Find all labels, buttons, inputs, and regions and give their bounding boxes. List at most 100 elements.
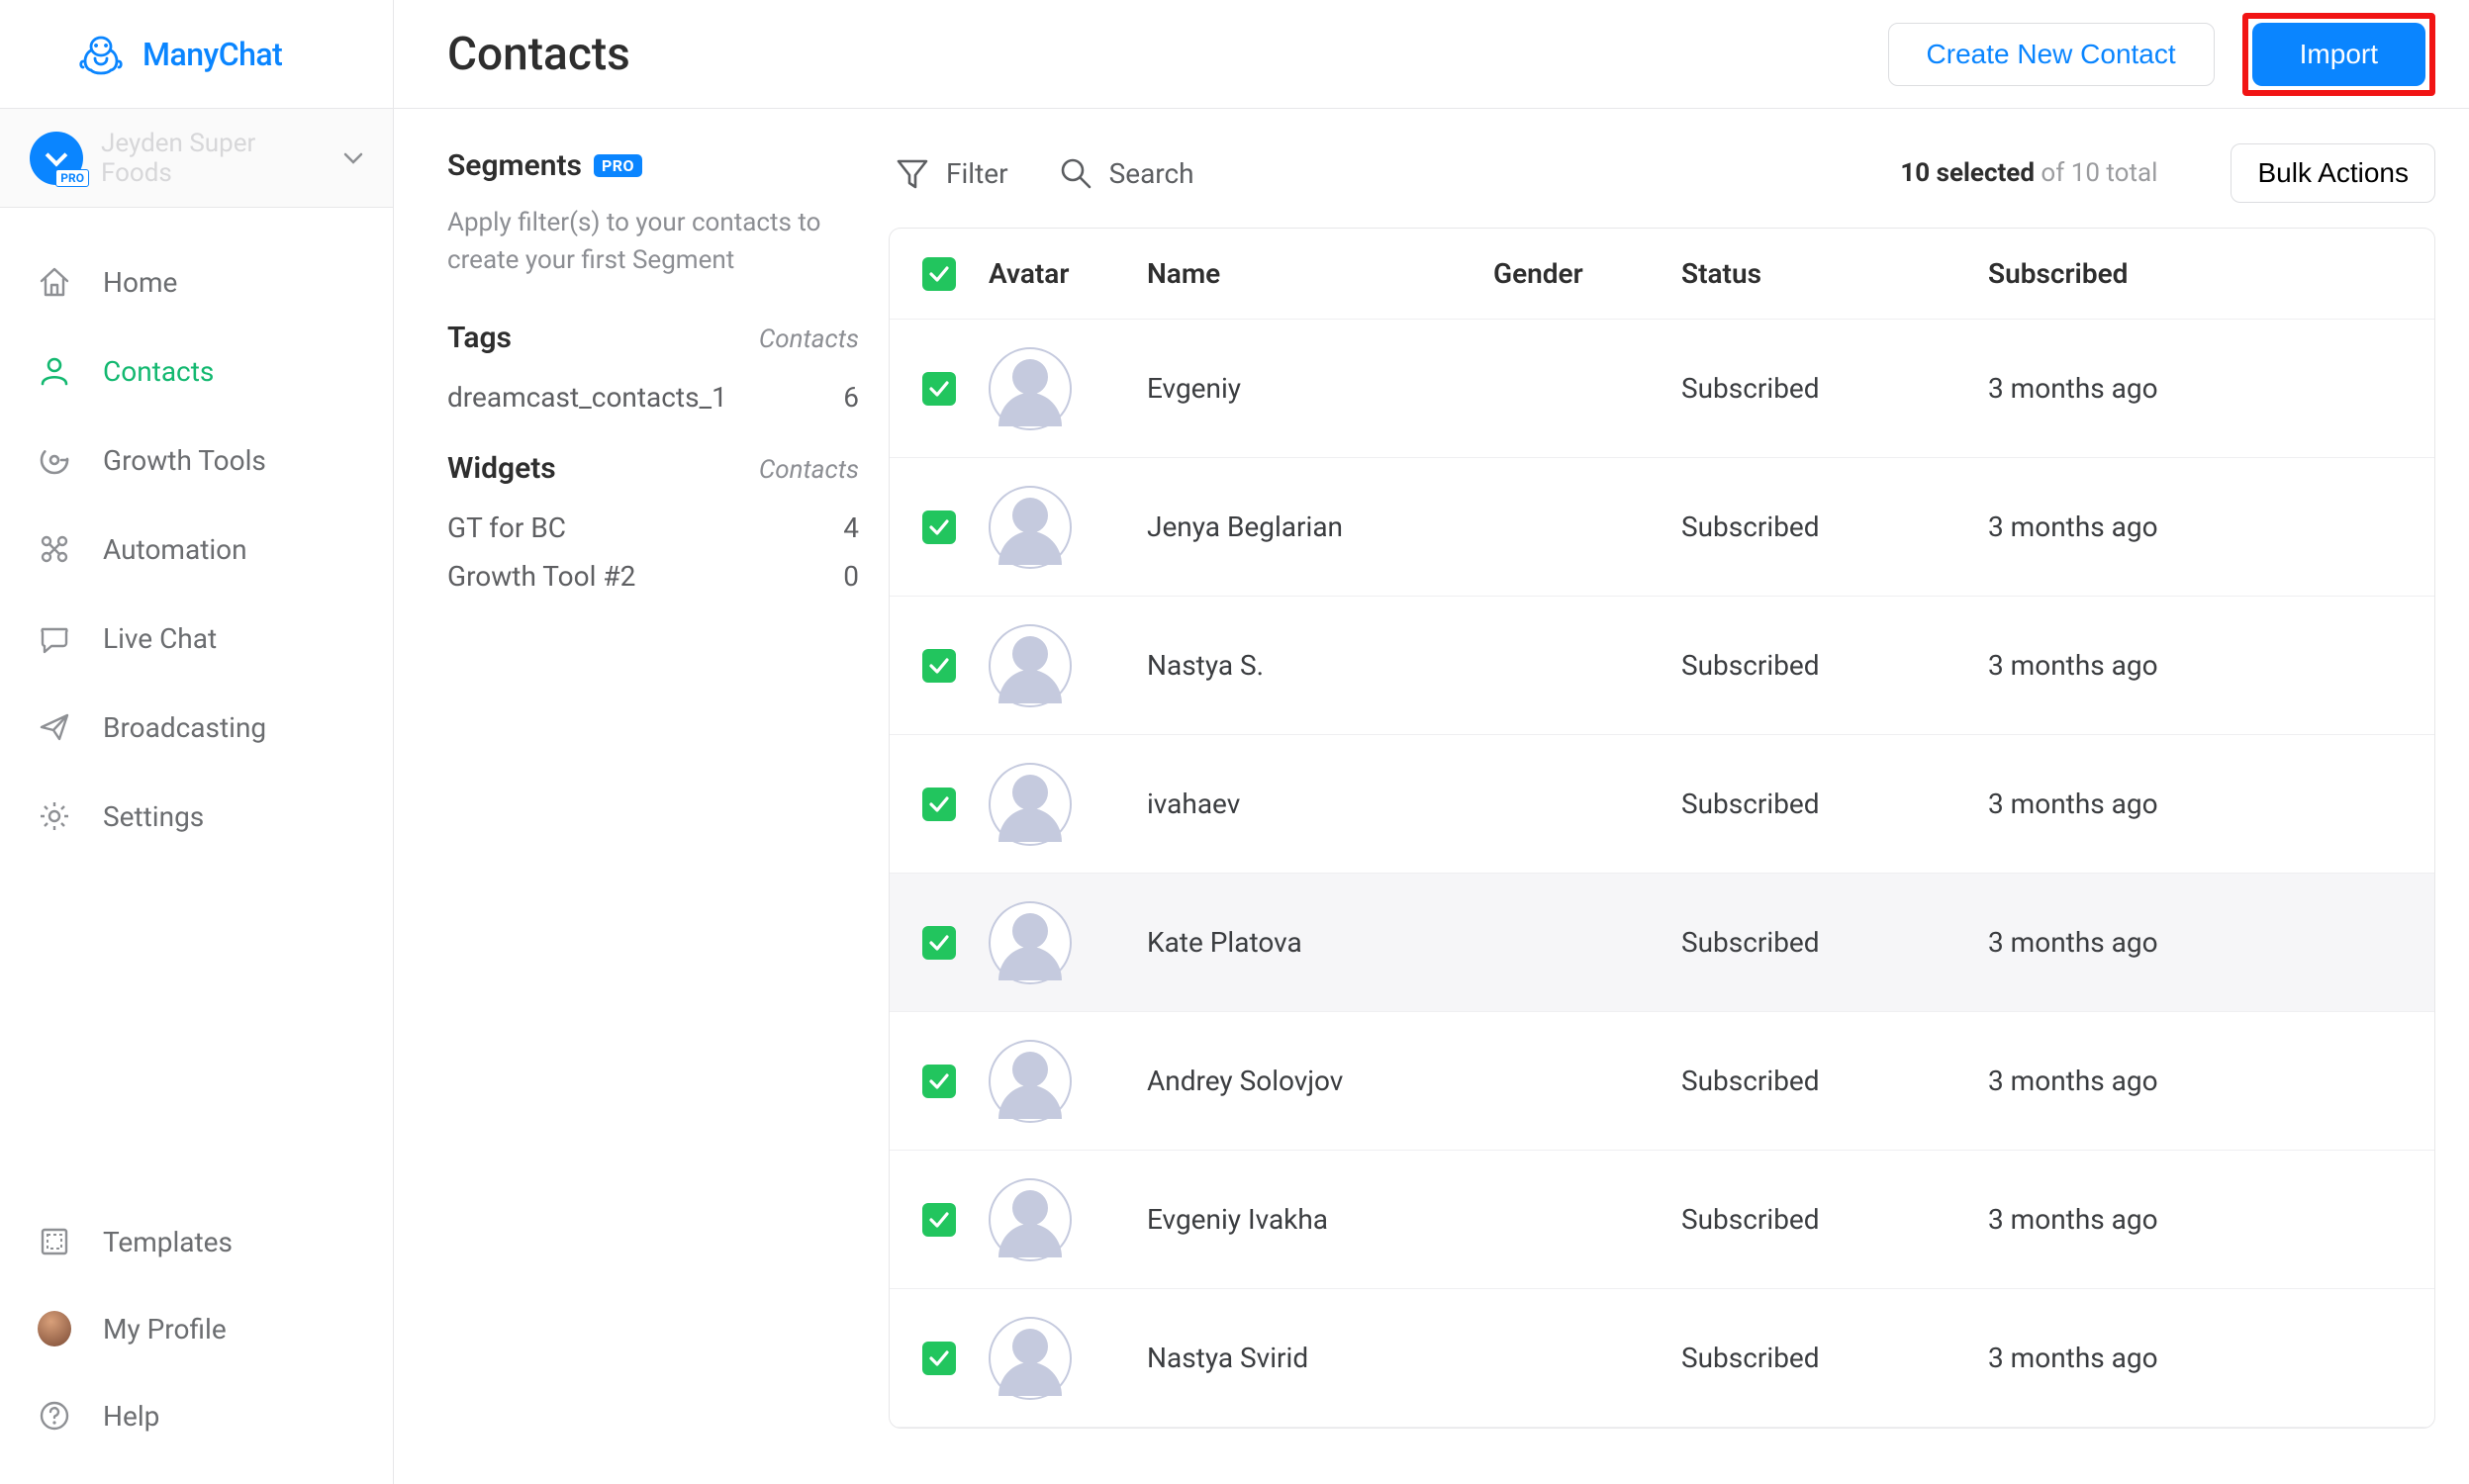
broadcast-icon bbox=[38, 710, 71, 744]
row-subscribed: 3 months ago bbox=[1988, 1203, 2434, 1236]
search-button[interactable]: Search bbox=[1058, 155, 1194, 191]
filter-label: Filter bbox=[946, 157, 1008, 190]
automation-icon bbox=[38, 532, 71, 566]
th-subscribed[interactable]: Subscribed bbox=[1988, 257, 2434, 290]
workspace-avatar: PRO bbox=[30, 132, 83, 185]
import-button[interactable]: Import bbox=[2252, 23, 2425, 86]
nav-my-profile[interactable]: My Profile bbox=[0, 1285, 393, 1372]
nav-live-chat[interactable]: Live Chat bbox=[0, 594, 393, 683]
table-row[interactable]: Jenya Beglarian Subscribed 3 months ago bbox=[890, 458, 2434, 597]
table-row[interactable]: Nastya S. Subscribed 3 months ago bbox=[890, 597, 2434, 735]
row-checkbox[interactable] bbox=[890, 788, 989, 821]
pro-badge: PRO bbox=[594, 154, 642, 177]
manychat-logo-icon bbox=[77, 31, 125, 78]
nav-bottom: Templates My Profile Help bbox=[0, 1198, 393, 1484]
create-contact-button[interactable]: Create New Contact bbox=[1888, 23, 2215, 86]
tag-row[interactable]: dreamcast_contacts_16 bbox=[447, 373, 859, 421]
row-subscribed: 3 months ago bbox=[1988, 1342, 2434, 1374]
widget-row[interactable]: GT for BC4 bbox=[447, 504, 859, 552]
widget-count: 0 bbox=[843, 560, 859, 593]
row-avatar bbox=[989, 1040, 1147, 1123]
row-checkbox[interactable] bbox=[890, 649, 989, 683]
widget-row[interactable]: Growth Tool #20 bbox=[447, 552, 859, 601]
brand[interactable]: ManyChat bbox=[0, 0, 393, 109]
table-row[interactable]: ivahaev Subscribed 3 months ago bbox=[890, 735, 2434, 874]
segments-hint: Apply filter(s) to your contacts to crea… bbox=[447, 205, 859, 279]
nav-broadcasting[interactable]: Broadcasting bbox=[0, 683, 393, 772]
row-checkbox[interactable] bbox=[890, 510, 989, 544]
row-subscribed: 3 months ago bbox=[1988, 1065, 2434, 1097]
widget-name: Growth Tool #2 bbox=[447, 560, 843, 593]
import-button-highlight: Import bbox=[2242, 13, 2435, 96]
row-name: Evgeniy Ivakha bbox=[1147, 1203, 1493, 1236]
bulk-actions-button[interactable]: Bulk Actions bbox=[2231, 143, 2435, 203]
workspace-switcher[interactable]: PRO Jeyden Super Foods bbox=[0, 109, 393, 208]
topbar: Contacts Create New Contact Import bbox=[394, 0, 2469, 109]
row-checkbox[interactable] bbox=[890, 372, 989, 406]
nav-contacts[interactable]: Contacts bbox=[0, 326, 393, 416]
nav-label: Settings bbox=[103, 800, 204, 833]
row-checkbox[interactable] bbox=[890, 1065, 989, 1098]
tag-count: 6 bbox=[843, 381, 859, 414]
table-toolbar: Filter Search 10 selected of 10 total Bu… bbox=[889, 139, 2435, 208]
profile-avatar bbox=[38, 1312, 71, 1345]
row-checkbox[interactable] bbox=[890, 1203, 989, 1237]
select-all-checkbox[interactable] bbox=[890, 257, 989, 291]
tag-name: dreamcast_contacts_1 bbox=[447, 381, 843, 414]
pro-badge: PRO bbox=[55, 169, 89, 187]
segments-panel: Segments PRO Apply filter(s) to your con… bbox=[394, 109, 889, 1484]
nav-settings[interactable]: Settings bbox=[0, 772, 393, 861]
contacts-table: Avatar Name Gender Status Subscribed Evg… bbox=[889, 228, 2435, 1429]
nav-growth-tools[interactable]: Growth Tools bbox=[0, 416, 393, 505]
nav-automation[interactable]: Automation bbox=[0, 505, 393, 594]
nav-help[interactable]: Help bbox=[0, 1372, 393, 1459]
nav-label: Templates bbox=[103, 1226, 233, 1258]
table-row[interactable]: Evgeniy Subscribed 3 months ago bbox=[890, 320, 2434, 458]
table-row[interactable]: Evgeniy Ivakha Subscribed 3 months ago bbox=[890, 1151, 2434, 1289]
search-icon bbox=[1058, 155, 1093, 191]
contacts-icon bbox=[38, 354, 71, 388]
workspace-name: Jeyden Super Foods bbox=[101, 129, 326, 188]
widgets-title: Widgets bbox=[447, 451, 759, 486]
nav-home[interactable]: Home bbox=[0, 237, 393, 326]
nav-templates[interactable]: Templates bbox=[0, 1198, 393, 1285]
row-subscribed: 3 months ago bbox=[1988, 372, 2434, 405]
table-row[interactable]: Kate Platova Subscribed 3 months ago bbox=[890, 874, 2434, 1012]
row-checkbox[interactable] bbox=[890, 1342, 989, 1375]
row-name: Evgeniy bbox=[1147, 372, 1493, 405]
page-title: Contacts bbox=[447, 28, 1888, 81]
row-checkbox[interactable] bbox=[890, 926, 989, 960]
contacts-table-area: Filter Search 10 selected of 10 total Bu… bbox=[889, 109, 2469, 1484]
th-gender[interactable]: Gender bbox=[1493, 257, 1681, 290]
row-subscribed: 3 months ago bbox=[1988, 926, 2434, 959]
row-name: Nastya Svirid bbox=[1147, 1342, 1493, 1374]
th-status[interactable]: Status bbox=[1681, 257, 1988, 290]
row-subscribed: 3 months ago bbox=[1988, 788, 2434, 820]
nav-label: Home bbox=[103, 266, 177, 299]
row-subscribed: 3 months ago bbox=[1988, 649, 2434, 682]
nav-label: Growth Tools bbox=[103, 444, 266, 477]
selected-count: 10 selected bbox=[1900, 158, 2035, 188]
row-name: Jenya Beglarian bbox=[1147, 510, 1493, 543]
tags-count-label: Contacts bbox=[759, 325, 859, 354]
table-row[interactable]: Andrey Solovjov Subscribed 3 months ago bbox=[890, 1012, 2434, 1151]
nav-label: Broadcasting bbox=[103, 711, 266, 744]
table-row[interactable]: Nastya Svirid Subscribed 3 months ago bbox=[890, 1289, 2434, 1428]
row-avatar bbox=[989, 347, 1147, 430]
row-status: Subscribed bbox=[1681, 1342, 1988, 1374]
filter-button[interactable]: Filter bbox=[895, 155, 1008, 191]
row-status: Subscribed bbox=[1681, 1203, 1988, 1236]
row-avatar bbox=[989, 1178, 1147, 1261]
widget-name: GT for BC bbox=[447, 511, 843, 544]
chat-icon bbox=[38, 621, 71, 655]
row-avatar bbox=[989, 486, 1147, 569]
nav-label: Live Chat bbox=[103, 622, 217, 655]
main: Contacts Create New Contact Import Segme… bbox=[394, 0, 2469, 1484]
th-name[interactable]: Name bbox=[1147, 257, 1493, 290]
nav-label: Automation bbox=[103, 533, 247, 566]
row-avatar bbox=[989, 901, 1147, 984]
row-avatar bbox=[989, 624, 1147, 707]
chevron-down-icon bbox=[343, 152, 363, 164]
th-avatar[interactable]: Avatar bbox=[989, 257, 1147, 290]
widget-count: 4 bbox=[843, 511, 859, 544]
